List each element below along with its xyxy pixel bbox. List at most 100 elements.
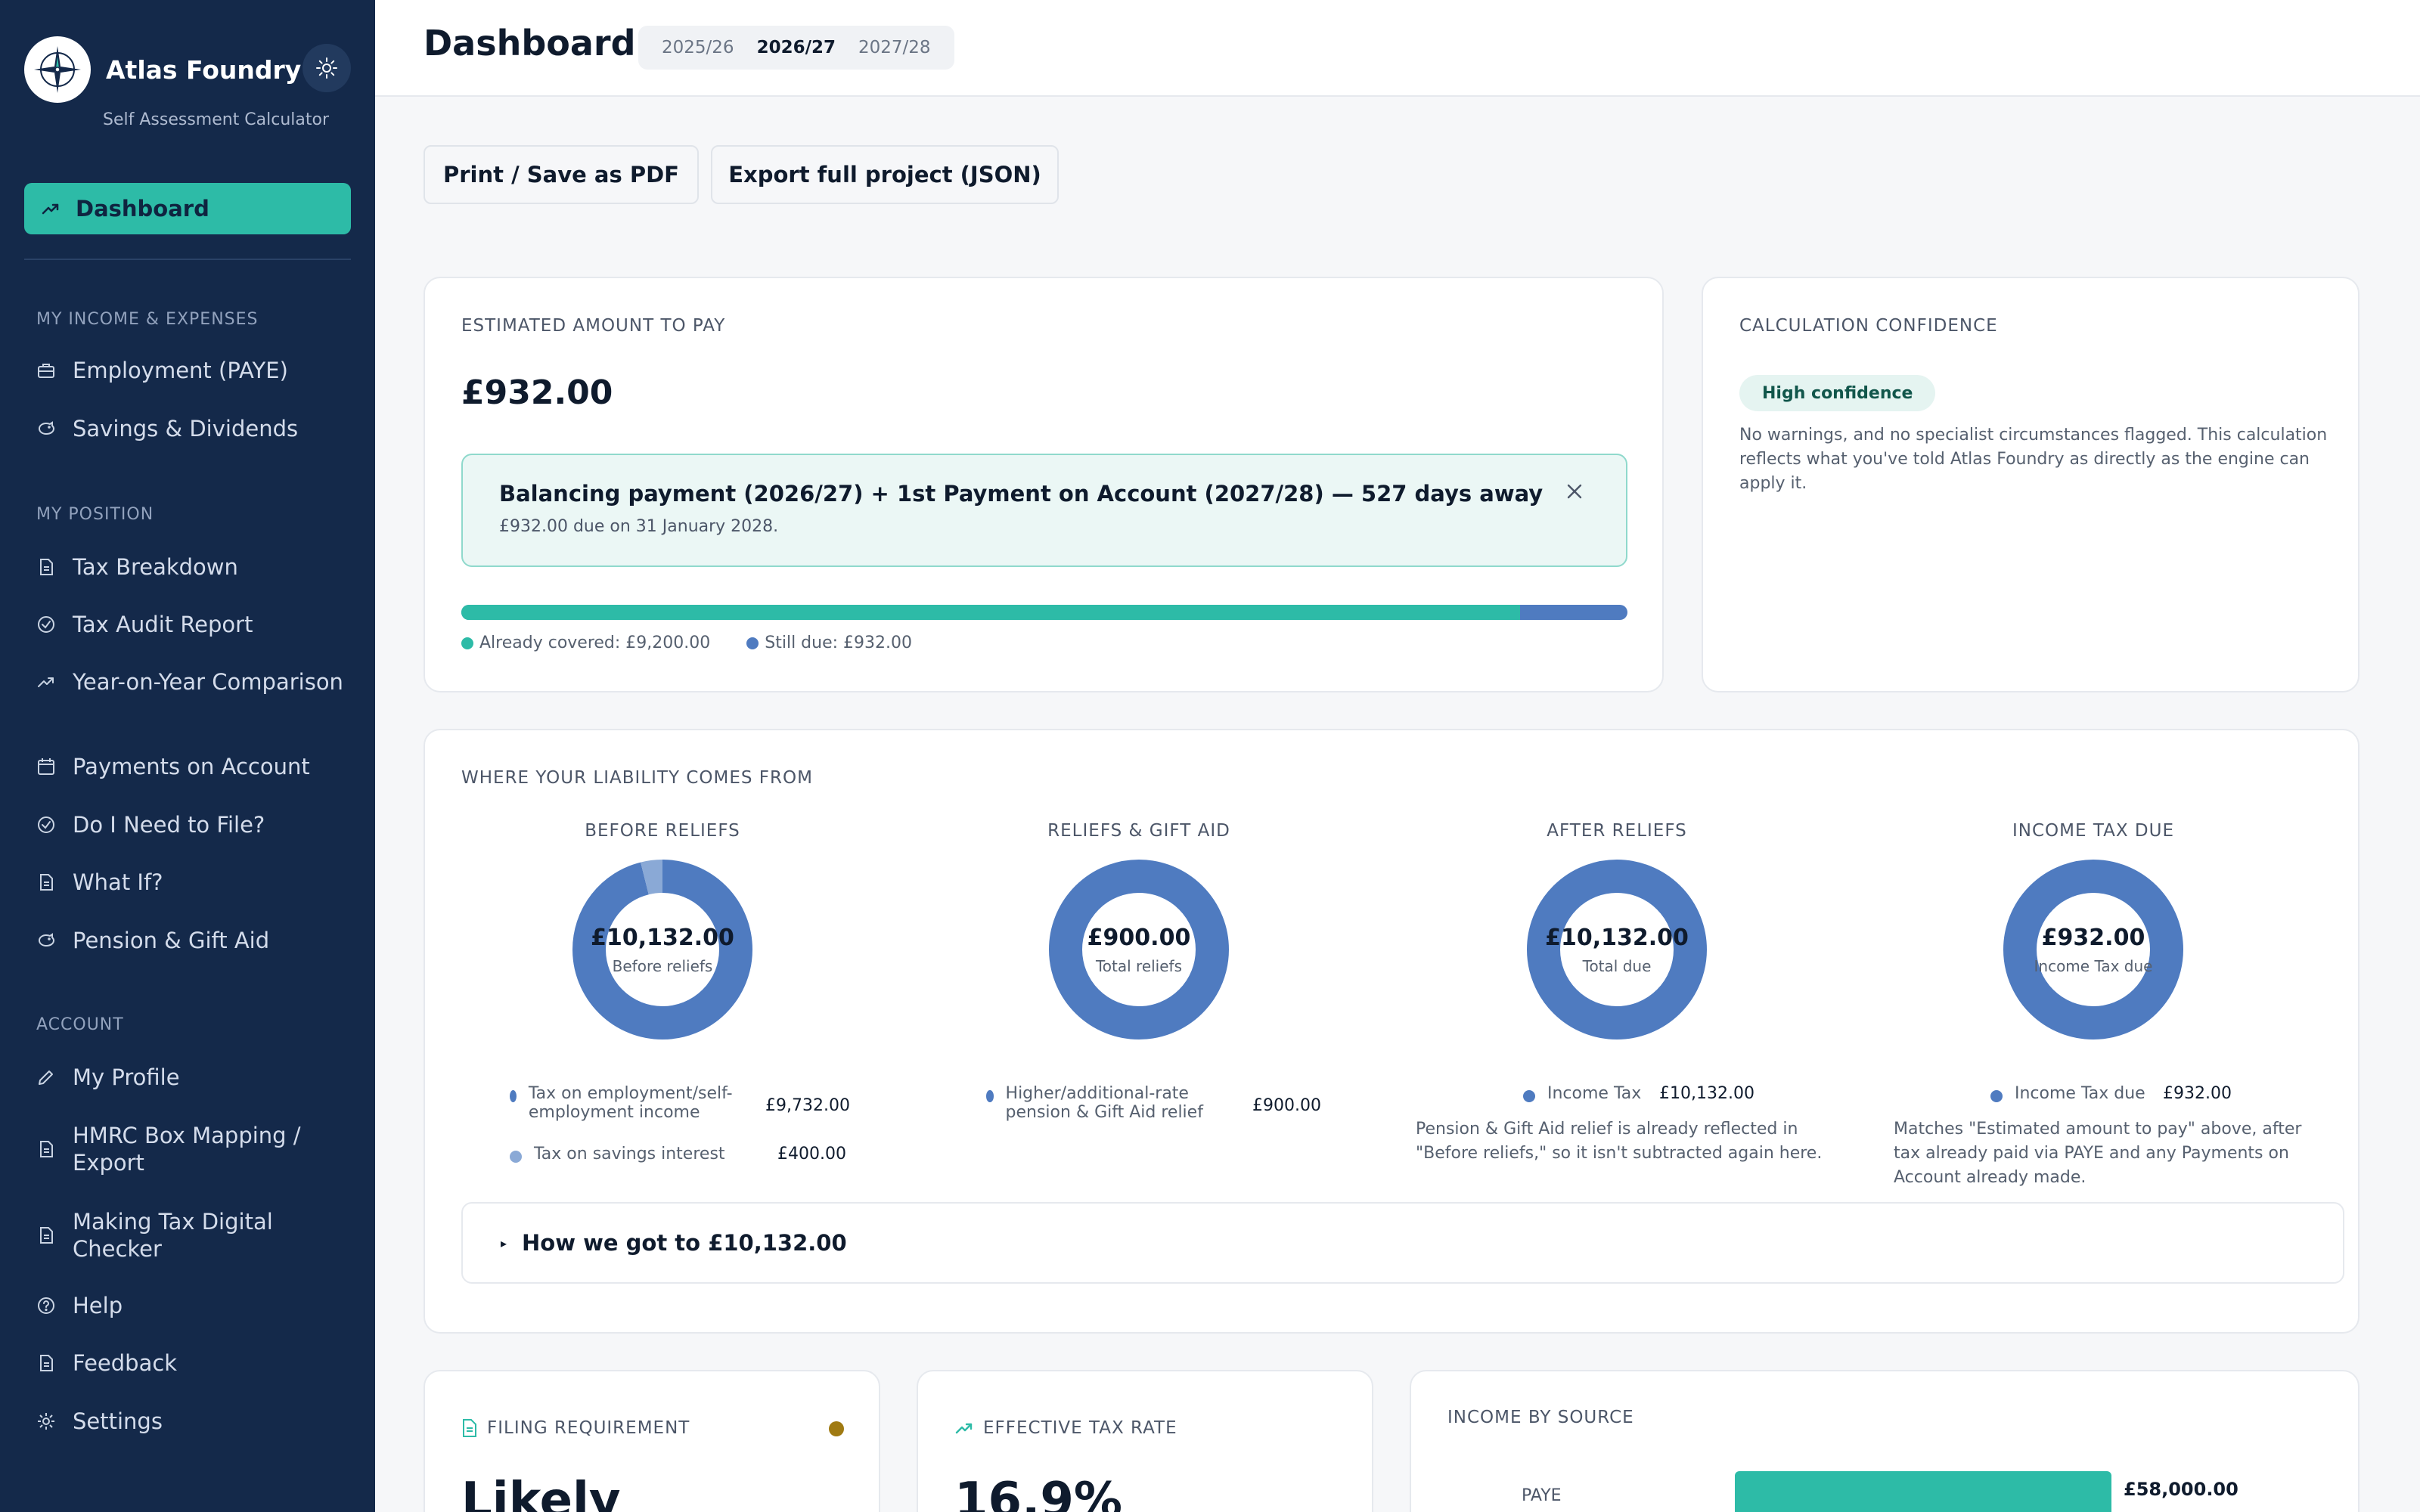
donut-value: £10,132.00 (1545, 924, 1689, 951)
legend-amount: £9,732.00 (765, 1096, 850, 1115)
theme-toggle-button[interactable] (302, 44, 351, 92)
brand[interactable]: Atlas Foundry (24, 36, 301, 103)
card-heading: WHERE YOUR LIABILITY COMES FROM (461, 768, 813, 788)
trend-icon (38, 677, 54, 687)
legend-item: Tax on employment/self-employment income (510, 1084, 737, 1122)
liability-column-after-reliefs: AFTER RELIEFS £10,132.00 Total due (1405, 821, 1829, 1042)
sidebar-item-hmrc-box-mapping[interactable]: HMRC Box Mapping / Export (36, 1122, 354, 1176)
tab-year-2025-26[interactable]: 2025/26 (650, 38, 746, 57)
legend-dot-due (746, 637, 759, 649)
legend-amount: £400.00 (777, 1145, 846, 1163)
document-icon (40, 1227, 53, 1244)
card-heading-row: FILING REQUIREMENT (461, 1418, 690, 1438)
sidebar-item-employment[interactable]: Employment (PAYE) (36, 357, 354, 384)
sidebar-item-mtd-checker[interactable]: Making Tax Digital Checker (36, 1208, 354, 1263)
close-icon[interactable] (1565, 482, 1584, 500)
sidebar-item-help[interactable]: Help (36, 1292, 354, 1319)
section-heading-account: ACCOUNT (36, 1015, 124, 1034)
tab-year-2026-27[interactable]: 2026/27 (746, 38, 847, 57)
card-heading: FILING REQUIREMENT (487, 1418, 690, 1438)
sidebar-item-label: Do I Need to File? (73, 812, 265, 838)
sidebar-item-tax-audit[interactable]: Tax Audit Report (36, 611, 354, 638)
top-bar: Dashboard 2025/26 2026/27 2027/28 (375, 0, 2420, 97)
effective-tax-rate-card: EFFECTIVE TAX RATE 16.9% (917, 1370, 1373, 1512)
sidebar-item-label: Making Tax Digital Checker (73, 1209, 273, 1262)
income-source-bar (1735, 1471, 2111, 1512)
export-json-button[interactable]: Export full project (JSON) (711, 145, 1059, 204)
briefcase-icon (38, 364, 54, 378)
column-title: RELIEFS & GIFT AID (1047, 821, 1230, 841)
donut-label: Total reliefs (1095, 956, 1183, 975)
liability-column-reliefs: RELIEFS & GIFT AID £900.00 Total reliefs (927, 821, 1351, 1042)
card-heading: ESTIMATED AMOUNT TO PAY (461, 316, 726, 336)
document-icon (40, 559, 53, 575)
sidebar-item-label: Savings & Dividends (73, 416, 299, 442)
compass-rose-icon (24, 36, 91, 103)
sidebar-item-my-profile[interactable]: My Profile (36, 1064, 354, 1091)
piggy-bank-icon (38, 421, 55, 435)
donut-value: £900.00 (1087, 924, 1191, 951)
filing-requirement-value: Likely (461, 1473, 621, 1512)
sidebar-item-need-to-file[interactable]: Do I Need to File? (36, 811, 354, 838)
liability-column-income-tax-due: INCOME TAX DUE £932.00 Income Tax due (1882, 821, 2305, 1042)
sidebar-item-dashboard[interactable]: Dashboard (24, 183, 351, 234)
legend-dot (510, 1151, 522, 1163)
legend-amount: £932.00 (2163, 1084, 2232, 1103)
pencil-icon (39, 1070, 53, 1085)
document-icon (463, 1419, 476, 1437)
liability-card: WHERE YOUR LIABILITY COMES FROM BEFORE R… (424, 729, 2360, 1334)
legend-dot (986, 1090, 994, 1102)
liability-column-before-reliefs: BEFORE RELIEFS £10,132.00 Before reliefs (451, 821, 874, 1042)
print-pdf-button[interactable]: Print / Save as PDF (424, 145, 699, 204)
app-subtitle: Self Assessment Calculator (103, 110, 330, 129)
card-heading: INCOME BY SOURCE (1447, 1408, 1634, 1427)
notice-title: Balancing payment (2026/27) + 1st Paymen… (499, 481, 1544, 507)
sidebar-item-settings[interactable]: Settings (36, 1408, 354, 1435)
progress-legend: Already covered: £9,200.00 Still due: £9… (461, 634, 912, 652)
legend-dot-covered (461, 637, 473, 649)
legend-amount: £10,132.00 (1659, 1084, 1754, 1103)
document-icon (40, 1141, 53, 1157)
check-circle-icon (38, 616, 54, 633)
sidebar-item-payments-on-account[interactable]: Payments on Account (36, 753, 354, 780)
sidebar-item-savings[interactable]: Savings & Dividends (36, 415, 354, 442)
card-heading: EFFECTIVE TAX RATE (983, 1418, 1177, 1438)
trend-icon (42, 203, 59, 215)
calculation-confidence-card: CALCULATION CONFIDENCE High confidence N… (1702, 277, 2360, 692)
sidebar-item-feedback[interactable]: Feedback (36, 1349, 354, 1377)
sidebar-item-yoy-comparison[interactable]: Year-on-Year Comparison (36, 668, 354, 696)
donut-label: Before reliefs (612, 956, 713, 975)
confidence-badge: High confidence (1739, 375, 1936, 411)
how-we-got-here-expander[interactable]: ▸ How we got to £10,132.00 (461, 1202, 2344, 1284)
donut-value: £932.00 (2041, 924, 2145, 951)
progress-covered-fill (461, 605, 1521, 620)
question-circle-icon (38, 1297, 54, 1314)
document-icon (40, 1355, 53, 1371)
sun-icon (316, 57, 337, 79)
caret-right-icon: ▸ (501, 1235, 507, 1250)
legend-label: Income Tax (1547, 1084, 1642, 1103)
column-note: Pension & Gift Aid relief is already ref… (1416, 1120, 1823, 1163)
sidebar-divider (24, 259, 351, 260)
sidebar-item-tax-breakdown[interactable]: Tax Breakdown (36, 553, 354, 581)
page-title: Dashboard (424, 23, 636, 64)
donut-label: Total due (1582, 956, 1652, 975)
status-dot (829, 1421, 844, 1436)
sidebar-item-label: HMRC Box Mapping / Export (73, 1123, 301, 1176)
column-title: AFTER RELIEFS (1547, 821, 1687, 841)
sidebar-item-label: Settings (73, 1408, 163, 1434)
legend-dot (510, 1090, 517, 1102)
donut-value: £10,132.00 (591, 924, 734, 951)
legend-amount: £900.00 (1252, 1096, 1321, 1115)
sidebar-item-label: Employment (PAYE) (73, 358, 288, 383)
sidebar-item-what-if[interactable]: What If? (36, 869, 354, 896)
tab-year-2027-28[interactable]: 2027/28 (847, 38, 942, 57)
sidebar-item-pension-gift-aid[interactable]: Pension & Gift Aid (36, 927, 354, 954)
filing-requirement-card: FILING REQUIREMENT Likely (424, 1370, 880, 1512)
sidebar-item-label: What If? (73, 869, 163, 895)
legend-label: Tax on savings interest (534, 1145, 725, 1163)
due-label: Still due: £932.00 (765, 634, 913, 652)
income-source-amount: £58,000.00 (2124, 1479, 2238, 1500)
section-heading-income: MY INCOME & EXPENSES (36, 310, 259, 329)
income-source-label: PAYE (1522, 1486, 1562, 1505)
